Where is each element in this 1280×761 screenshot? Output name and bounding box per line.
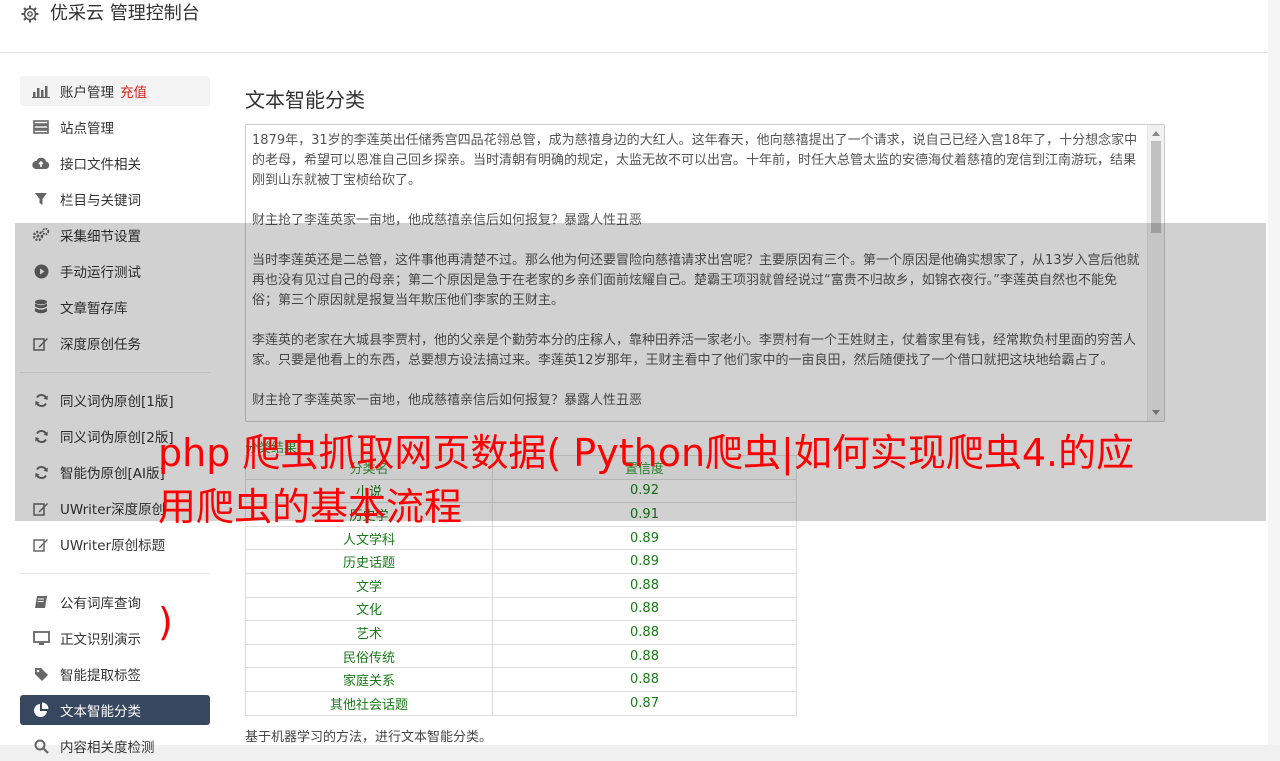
scroll-up-icon[interactable] [1152, 131, 1160, 136]
cloud-upload-icon [32, 155, 50, 171]
table-row: 民俗传统 0.88 [245, 643, 797, 669]
overlay-paren: ) [158, 600, 173, 644]
edit-icon [32, 536, 50, 552]
table-row: 艺术 0.88 [245, 620, 797, 645]
sidebar-item-label: 正文识别演示 [60, 632, 141, 648]
sidebar-item-body-recognition[interactable]: 正文识别演示 [20, 623, 210, 653]
sidebar-divider [20, 573, 210, 574]
sidebar-item-label: 栏目与关键词 [60, 193, 141, 209]
sidebar-item-label: 内容相关度检测 [60, 740, 155, 756]
confidence-cell: 0.88 [492, 596, 797, 622]
sidebar-item-smart-tags[interactable]: 智能提取标签 [20, 659, 210, 689]
category-cell: 家庭关系 [245, 667, 493, 692]
sidebar-item-label: 公有词库查询 [60, 596, 141, 612]
pie-chart-icon [32, 702, 50, 718]
gear-icon [21, 5, 39, 23]
category-cell: 民俗传统 [245, 643, 493, 669]
sidebar-item-columns-keywords[interactable]: 栏目与关键词 [20, 184, 210, 214]
sidebar-item-label: 智能提取标签 [60, 668, 141, 684]
overlay-title: php 爬虫抓取网页数据( Python爬虫|如何实现爬虫4.的应用爬虫的基本流… [158, 431, 1135, 529]
page-scrollbar[interactable] [1268, 0, 1280, 745]
top-bar: 优采云 管理控制台 [0, 0, 1268, 53]
confidence-cell: 0.88 [492, 643, 797, 669]
recharge-link[interactable]: 充值 [120, 81, 147, 101]
sidebar-item-label: 文本智能分类 [60, 704, 141, 720]
sidebar-item-label: 站点管理 [60, 121, 114, 137]
description-text: 基于机器学习的方法，进行文本智能分类。 [245, 730, 493, 745]
monitor-icon [32, 630, 50, 646]
sidebar-item-public-dictionary[interactable]: 公有词库查询 [20, 587, 210, 617]
sidebar-item-label: 账户管理 [60, 85, 114, 101]
confidence-cell: 0.88 [492, 572, 797, 598]
category-cell: 文学 [245, 572, 493, 598]
server-icon [32, 119, 50, 135]
text-paragraph: 1879年，31岁的李莲英出任储秀宫四品花翎总管，成为慈禧身边的大红人。这年春天… [252, 133, 1138, 188]
table-row: 家庭关系 0.88 [245, 667, 797, 692]
category-cell: 艺术 [245, 620, 493, 645]
category-cell: 文化 [245, 596, 493, 622]
table-row: 其他社会话题 0.87 [245, 690, 797, 716]
sidebar-item-account[interactable]: 账户管理 充值 [20, 76, 210, 106]
category-cell: 其他社会话题 [245, 690, 493, 716]
brand-title: 优采云 管理控制台 [50, 3, 200, 24]
table-row: 文学 0.88 [245, 572, 797, 598]
sidebar-item-sites[interactable]: 站点管理 [20, 112, 210, 142]
category-cell: 历史话题 [245, 549, 493, 574]
page-title: 文本智能分类 [245, 88, 365, 112]
confidence-cell: 0.88 [492, 667, 797, 692]
table-row: 文化 0.88 [245, 596, 797, 622]
sidebar-item-relevance-check[interactable]: 内容相关度检测 [20, 731, 210, 761]
scrollbar-thumb[interactable] [1151, 141, 1161, 233]
filter-icon [32, 191, 50, 207]
table-row: 历史话题 0.89 [245, 549, 797, 574]
confidence-cell: 0.88 [492, 620, 797, 645]
tag-icon [32, 666, 50, 682]
search-icon [32, 738, 50, 754]
bar-chart-icon [32, 83, 50, 99]
book-icon [32, 594, 50, 610]
confidence-cell: 0.89 [492, 549, 797, 574]
confidence-cell: 0.87 [492, 690, 797, 716]
sidebar-item-text-classification[interactable]: 文本智能分类 [20, 695, 210, 725]
sidebar-item-label: 接口文件相关 [60, 157, 141, 173]
sidebar-item-label: UWriter原创标题 [60, 538, 166, 554]
sidebar-item-interface[interactable]: 接口文件相关 [20, 148, 210, 178]
